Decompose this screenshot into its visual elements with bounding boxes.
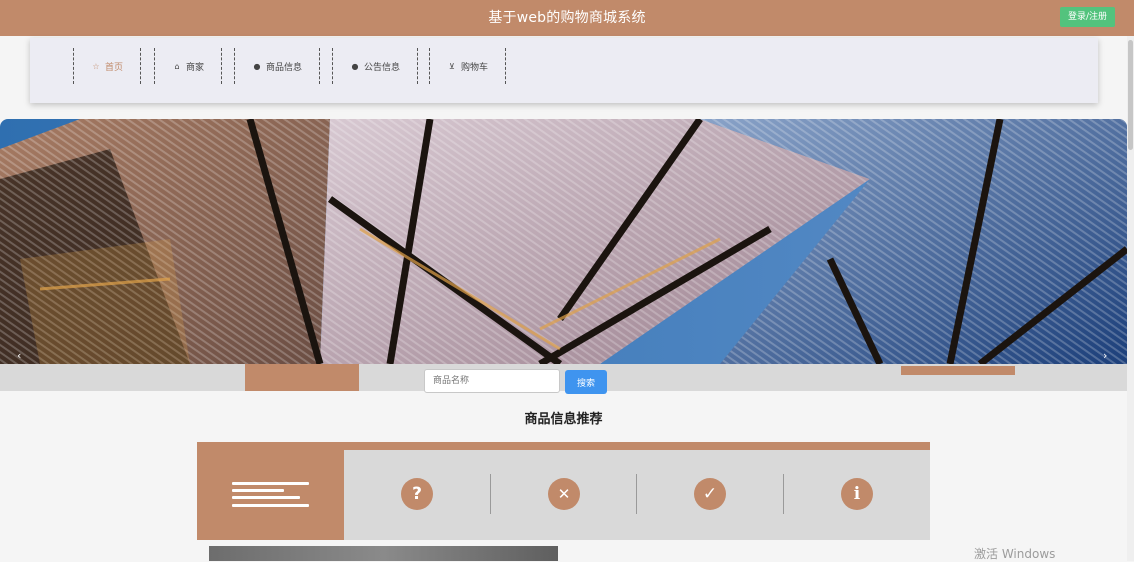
cart-icon: ⊻ <box>449 61 455 71</box>
recommend-panel: ? ✕ ✓ i <box>197 442 930 540</box>
menu-lines-block[interactable] <box>197 442 344 540</box>
banner-carousel[interactable]: ‹ › <box>0 119 1127 364</box>
windows-activation-watermark: 激活 Windows <box>974 547 1056 561</box>
product-image[interactable] <box>209 546 558 561</box>
nav-item-merchant[interactable]: ⌂ 商家 <box>154 48 222 84</box>
nav-label-notices: 公告信息 <box>363 62 400 73</box>
menu-line <box>232 496 300 499</box>
nav-label-products: 商品信息 <box>265 62 302 73</box>
main-nav: ☆ 首页 ⌂ 商家 ● 商品信息 ● 公告信息 ⊻ 购物车 <box>30 38 1098 103</box>
nav-label-home: 首页 <box>104 62 123 73</box>
divider <box>636 474 637 514</box>
star-icon: ☆ <box>92 61 100 71</box>
decorative-block <box>245 364 359 391</box>
site-title: 基于web的购物商城系统 <box>488 10 646 26</box>
decorative-bar <box>901 366 1015 375</box>
divider <box>490 474 491 514</box>
search-input[interactable] <box>424 369 560 393</box>
menu-line <box>232 482 309 485</box>
close-icon[interactable]: ✕ <box>548 478 580 510</box>
top-header: 基于web的购物商城系统 登录/注册 <box>0 0 1134 36</box>
nav-item-products[interactable]: ● 商品信息 <box>234 48 320 84</box>
nav-item-home[interactable]: ☆ 首页 <box>73 48 141 84</box>
question-circle-icon: ● <box>351 61 359 71</box>
shop-icon: ⌂ <box>174 61 180 71</box>
carousel-next-icon[interactable]: › <box>1103 349 1107 362</box>
banner-image <box>0 119 1127 364</box>
divider <box>783 474 784 514</box>
section-title: 商品信息推荐 <box>524 412 603 427</box>
info-circle-icon: ● <box>253 61 261 71</box>
nav-item-cart[interactable]: ⊻ 购物车 <box>429 48 506 84</box>
scrollbar-thumb[interactable] <box>1128 40 1133 150</box>
page-scrollbar[interactable] <box>1127 36 1134 561</box>
nav-label-merchant: 商家 <box>185 62 204 73</box>
login-register-button[interactable]: 登录/注册 <box>1059 7 1115 27</box>
nav-item-notices[interactable]: ● 公告信息 <box>332 48 418 84</box>
check-icon[interactable]: ✓ <box>694 478 726 510</box>
menu-line <box>232 489 284 492</box>
nav-label-cart: 购物车 <box>460 62 488 73</box>
info-icon[interactable]: i <box>841 478 873 510</box>
carousel-prev-icon[interactable]: ‹ <box>17 349 21 362</box>
question-icon[interactable]: ? <box>401 478 433 510</box>
menu-line <box>232 504 309 507</box>
search-button[interactable]: 搜索 <box>565 370 607 394</box>
